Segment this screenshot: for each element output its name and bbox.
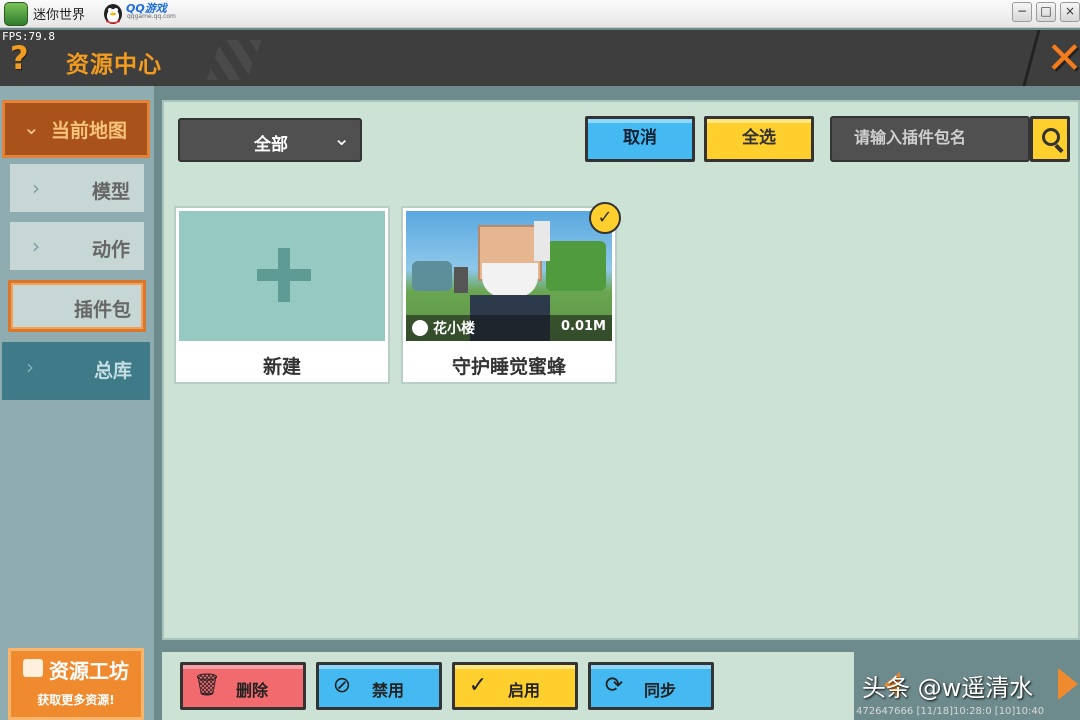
page-title: 资源中心 (66, 52, 162, 78)
author-avatar-icon (412, 320, 428, 336)
tree-shape (412, 261, 452, 291)
sidebar: ⌄ 当前地图 › 模型 › 动作 插件包 › 总库 资源工坊 获取更多资源! (0, 86, 154, 720)
cancel-button[interactable]: 取消 (585, 116, 695, 162)
card-size: 0.01M (560, 319, 606, 334)
chevron-right-icon: › (26, 355, 34, 379)
checkmark-icon[interactable]: ✓ (589, 202, 621, 234)
hammer-shape (454, 267, 468, 293)
sync-button[interactable]: ⟳ 同步 (588, 662, 714, 710)
header-decoration (206, 40, 262, 80)
enable-button[interactable]: ✓ 启用 (452, 662, 578, 710)
delete-button[interactable]: 🗑 删除 (180, 662, 306, 710)
sidebar-item-plugin-packs[interactable]: 插件包 (8, 280, 146, 332)
sidebar-item-current-map[interactable]: ⌄ 当前地图 (2, 100, 150, 158)
watermark: 头条 @w遥清水 (862, 674, 1034, 702)
sidebar-item-models[interactable]: › 模型 (8, 162, 146, 214)
app-name: 迷你世界 (33, 8, 86, 23)
card-info-overlay: 花小楼 0.01M (406, 315, 612, 341)
search-icon-handle (1054, 143, 1064, 154)
app-root: 迷你世界 QQ游戏 qqgame.qq.com − □ × FPS:79.8 ?… (0, 0, 1080, 720)
button-label: 启用 (507, 681, 540, 700)
sidebar-item-label: 总库 (93, 360, 132, 382)
sidebar-item-label: 当前地图 (51, 120, 128, 142)
plus-icon-bar (278, 248, 290, 302)
button-label: 禁用 (371, 681, 404, 700)
card-title: 守护睡觉蜜蜂 (451, 356, 566, 378)
search-input[interactable]: 请输入插件包名 (830, 116, 1030, 162)
sidebar-item-label: 模型 (91, 181, 130, 203)
resource-center-header: FPS:79.8 ? 资源中心 ✕ (0, 30, 1080, 86)
search-button[interactable] (1030, 116, 1070, 162)
workshop-title: 资源工坊 (49, 659, 129, 683)
window-titlebar: 迷你世界 QQ游戏 qqgame.qq.com − □ × (0, 0, 1080, 28)
scroll-right-arrow-icon[interactable] (1058, 668, 1078, 700)
sidebar-item-actions[interactable]: › 动作 (8, 220, 146, 272)
chevron-down-icon: ⌄ (333, 126, 350, 150)
select-all-button[interactable]: 全选 (704, 116, 814, 162)
chevron-down-icon: ⌄ (23, 115, 40, 139)
window-close-button[interactable]: × (1060, 2, 1080, 22)
footer-info: 472647666 [11/18]10:28:0 [10]10:40 (856, 706, 1045, 717)
sidebar-item-library[interactable]: › 总库 (2, 342, 150, 400)
platform-url: qqgame.qq.com (127, 13, 176, 20)
disable-button[interactable]: ⊘ 禁用 (316, 662, 442, 710)
window-maximize-button[interactable]: □ (1036, 2, 1056, 22)
sidebar-item-label: 插件包 (73, 299, 131, 321)
button-label: 删除 (235, 681, 268, 700)
sidebar-item-label: 动作 (91, 239, 130, 261)
action-bar: 🗑 删除 ⊘ 禁用 ✓ 启用 ⟳ 同步 (162, 652, 854, 720)
qq-penguin-icon (104, 4, 122, 24)
workshop-icon (23, 659, 43, 677)
help-icon[interactable]: ? (10, 42, 29, 74)
resource-workshop-button[interactable]: 资源工坊 获取更多资源! (8, 648, 144, 720)
plugin-pack-panel: 全部 ⌄ 取消 全选 请输入插件包名 新建 花小楼 0.01M 守护睡觉蜜蜂 ✓ (162, 100, 1080, 640)
card-author: 花小楼 (433, 321, 475, 337)
header-divider (1022, 30, 1041, 86)
chevron-right-icon: › (32, 234, 40, 258)
chevron-right-icon: › (32, 176, 40, 200)
character-hair (534, 221, 550, 261)
window-minimize-button[interactable]: − (1012, 2, 1032, 22)
workshop-subtitle: 获取更多资源! (37, 693, 115, 707)
button-label: 同步 (643, 681, 676, 700)
plus-icon (179, 211, 385, 341)
plugin-thumbnail: 花小楼 0.01M (406, 211, 612, 341)
character-beard (482, 263, 538, 297)
tree-shape (546, 241, 606, 291)
close-icon[interactable]: ✕ (1046, 37, 1080, 81)
category-filter-dropdown[interactable]: 全部 ⌄ (178, 118, 362, 162)
card-title: 新建 (262, 356, 301, 378)
plugin-card[interactable]: 花小楼 0.01M 守护睡觉蜜蜂 ✓ (401, 202, 621, 384)
app-logo-icon (4, 2, 28, 26)
new-plugin-card[interactable]: 新建 (174, 206, 390, 384)
